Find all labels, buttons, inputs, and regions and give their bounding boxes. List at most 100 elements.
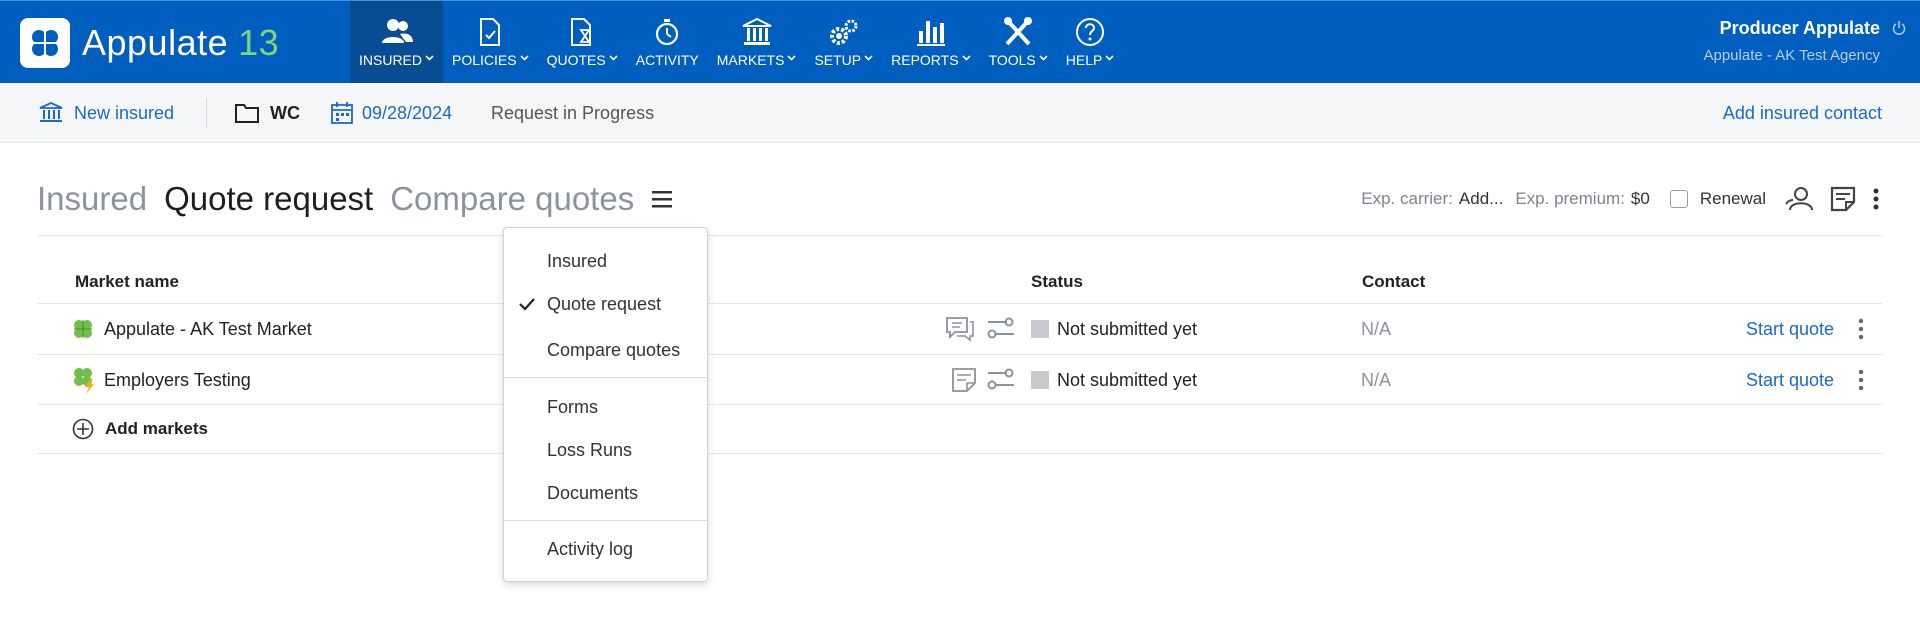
chevron-down-icon <box>609 54 618 61</box>
line-label: WC <box>270 102 300 123</box>
market-name[interactable]: Appulate - AK Test Market <box>104 319 312 340</box>
exp-premium-label: Exp. premium: <box>1515 189 1625 208</box>
folder-icon <box>235 104 259 123</box>
nav-label: REPORTS <box>891 52 959 68</box>
nav-policies[interactable]: POLICIES <box>443 1 538 83</box>
chevron-down-icon <box>1039 54 1048 61</box>
new-insured-link[interactable]: New insured <box>38 83 174 143</box>
chevron-down-icon <box>1105 54 1114 61</box>
insured-toolbar: Exp. carrier: Add... Exp. premium: $0 Re… <box>1361 186 1880 212</box>
renewal-checkbox[interactable] <box>1669 190 1688 208</box>
tab-insured[interactable]: Insured <box>37 180 147 218</box>
nav-setup[interactable]: SETUP <box>805 1 882 83</box>
app-logo[interactable]: Appulate 13 <box>20 18 279 68</box>
nav-label: TOOLS <box>988 52 1036 68</box>
gears-icon <box>829 19 858 45</box>
section-tabs: Insured Quote request Compare quotes <box>37 180 673 218</box>
exp-carrier-value[interactable]: Add... <box>1459 189 1503 209</box>
market-name[interactable]: Employers Testing <box>104 370 251 391</box>
menu-item-quote-request[interactable]: Quote request <box>504 284 707 324</box>
main-nav: INSURED POLICIES QUOTES ACTIVITY MARKETS… <box>350 1 1123 83</box>
chevron-down-icon <box>864 54 873 61</box>
add-markets-button[interactable]: Add markets <box>72 404 208 454</box>
chevron-down-icon <box>425 54 434 61</box>
calendar-icon <box>331 102 353 124</box>
nav-insured[interactable]: INSURED <box>350 1 444 83</box>
menu-item-loss-runs[interactable]: Loss Runs <box>504 430 707 470</box>
users-icon <box>381 19 413 43</box>
bank-icon <box>742 17 772 45</box>
bar-chart-icon <box>916 21 945 46</box>
tabs-divider <box>37 235 1882 236</box>
chevron-down-icon <box>787 54 797 61</box>
renewal-label: Renewal <box>1699 189 1766 208</box>
sections-dropdown-menu: Insured Quote request Compare quotes For… <box>503 227 708 582</box>
nav-label: INSURED <box>359 52 423 68</box>
table-row[interactable]: Appulate - AK Test Market Not submitted … <box>37 304 1882 354</box>
nav-reports[interactable]: REPORTS <box>882 1 979 83</box>
effective-date-link[interactable]: 09/28/2024 <box>330 83 452 143</box>
date-label: 09/28/2024 <box>362 102 453 123</box>
market-cell: Employers Testing <box>71 355 251 405</box>
table-row[interactable]: Employers Testing Not submitted yet N/A … <box>37 355 1882 405</box>
notes-icon[interactable] <box>951 367 977 393</box>
messages-icon[interactable] <box>945 316 975 342</box>
top-navigation-bar: Appulate 13 INSURED POLICIES QUOTES ACTIV… <box>0 0 1920 83</box>
user-info[interactable]: Producer Appulate Appulate - AK Test Age… <box>1703 18 1880 64</box>
column-header-market-name[interactable]: Market name <box>75 272 179 292</box>
chevron-down-icon <box>961 54 971 61</box>
start-quote-link[interactable]: Start quote <box>1746 355 1834 405</box>
menu-item-activity-log[interactable]: Activity log <box>504 529 707 569</box>
start-quote-link[interactable]: Start quote <box>1746 304 1834 354</box>
filter-settings-icon[interactable] <box>987 316 1015 342</box>
column-header-status[interactable]: Status <box>1031 272 1083 292</box>
status-text: Not submitted yet <box>1057 369 1198 390</box>
app-name: Appulate <box>82 22 229 63</box>
power-icon[interactable] <box>1892 20 1906 36</box>
menu-divider <box>504 377 707 378</box>
menu-item-documents[interactable]: Documents <box>504 473 707 513</box>
add-markets-row[interactable]: Add markets <box>37 404 1882 454</box>
clover-logo-icon <box>20 18 70 68</box>
nav-label: MARKETS <box>716 52 785 68</box>
quote-hourglass-icon <box>571 18 592 46</box>
insured-subheader: New insured WC 09/28/2024 Request in Pro… <box>0 83 1920 143</box>
add-circle-icon <box>72 418 94 440</box>
menu-item-forms[interactable]: Forms <box>504 387 707 427</box>
stopwatch-icon <box>656 19 679 46</box>
nav-label: SETUP <box>814 52 862 68</box>
user-name: Producer Appulate <box>1719 18 1880 38</box>
line-of-business[interactable]: WC <box>234 83 300 143</box>
tab-compare-quotes[interactable]: Compare quotes <box>390 180 634 218</box>
user-contacts-icon[interactable] <box>1784 186 1814 212</box>
filter-settings-icon[interactable] <box>987 367 1015 393</box>
nav-markets[interactable]: MARKETS <box>708 1 806 83</box>
more-vertical-icon[interactable] <box>1857 368 1865 392</box>
menu-item-label: Quote request <box>547 293 662 314</box>
app-version: 13 <box>238 22 280 63</box>
column-header-contact[interactable]: Contact <box>1362 272 1425 292</box>
menu-item-compare-quotes[interactable]: Compare quotes <box>504 330 707 370</box>
nav-activity[interactable]: ACTIVITY <box>627 1 708 83</box>
exp-premium-value[interactable]: $0 <box>1631 189 1650 209</box>
add-insured-contact-link[interactable]: Add insured contact <box>1723 83 1882 143</box>
nav-tools[interactable]: TOOLS <box>980 1 1057 83</box>
hamburger-menu-icon[interactable] <box>651 189 673 209</box>
more-vertical-icon[interactable] <box>1872 187 1880 211</box>
market-cell: Appulate - AK Test Market <box>71 304 312 354</box>
nav-label: ACTIVITY <box>635 52 699 68</box>
notes-icon[interactable] <box>1830 186 1856 212</box>
tab-quote-request[interactable]: Quote request <box>164 180 373 218</box>
nav-quotes[interactable]: QUOTES <box>538 1 627 83</box>
nav-help[interactable]: HELP <box>1057 1 1124 83</box>
menu-item-insured[interactable]: Insured <box>504 241 707 281</box>
nav-label: QUOTES <box>546 52 606 68</box>
status-cell: Not submitted yet <box>1031 304 1197 354</box>
nav-label: POLICIES <box>452 52 517 68</box>
chevron-down-icon <box>520 54 529 61</box>
status-text: Not submitted yet <box>1057 318 1198 339</box>
contact-cell: N/A <box>1361 369 1392 390</box>
more-vertical-icon[interactable] <box>1857 317 1865 341</box>
user-agency: Appulate - AK Test Agency <box>1703 47 1880 64</box>
checkmark-icon <box>519 298 535 311</box>
